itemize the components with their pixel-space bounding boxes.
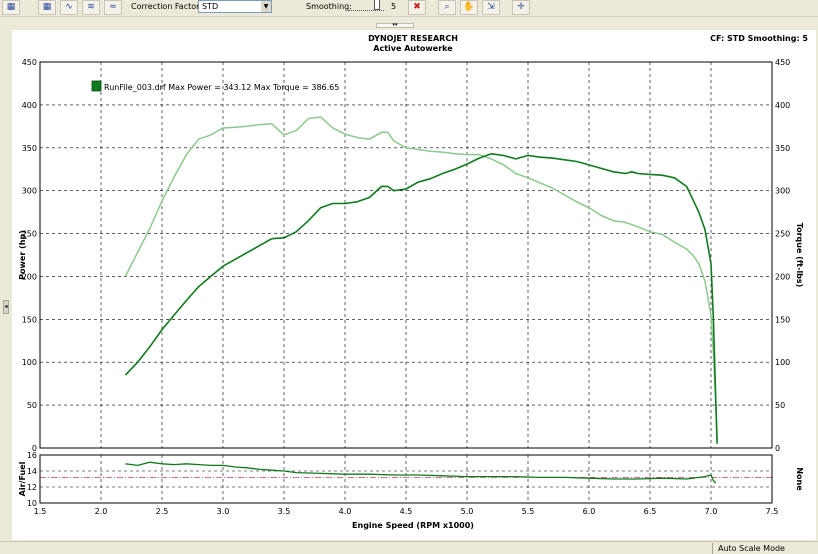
y-tick-label-right: 150	[775, 315, 790, 324]
smoothing-label: Smoothing:	[306, 2, 352, 11]
x-tick-label: 4.0	[339, 507, 352, 516]
afr-tick-label: 10	[27, 499, 37, 508]
left-panel-handle[interactable]: ◂	[3, 300, 9, 314]
y-tick-label-left: 100	[22, 358, 37, 367]
correction-factor-value: STD	[202, 2, 219, 11]
x-tick-label: 4.5	[400, 507, 413, 516]
correction-factor-select[interactable]: STD ▼	[198, 0, 272, 13]
y-tick-label-left: 50	[27, 401, 37, 410]
pan-hand-icon[interactable]: ✋	[460, 0, 478, 15]
line-chart-icon[interactable]: ∿	[60, 0, 78, 15]
chart-header-subtitle: Active Autowerke	[373, 44, 453, 53]
legend-swatch	[91, 80, 102, 92]
dyno-plot-panel: DYNOJET RESEARCH Active Autowerke CF: ST…	[12, 30, 816, 540]
grid-chart-icon[interactable]: ▦	[38, 0, 56, 15]
y-tick-label-right: 200	[775, 272, 790, 281]
y-tick-label-right: 50	[775, 401, 785, 410]
y-tick-label-left: 450	[22, 58, 37, 67]
chart-header-right: CF: STD Smoothing: 5	[710, 34, 808, 43]
x-tick-label: 7.0	[705, 507, 718, 516]
smoothing-slider-thumb[interactable]	[374, 0, 380, 10]
y-tick-label-right: 300	[775, 187, 790, 196]
afr-tick-label: 14	[27, 467, 37, 476]
x-tick-label: 2.0	[95, 507, 108, 516]
panel-splitter-handle[interactable]: ▾▾	[376, 23, 414, 28]
x-tick-label: 1.5	[34, 507, 47, 516]
y-tick-label-left: 150	[22, 315, 37, 324]
y-tick-label-right: 450	[775, 58, 790, 67]
y-tick-label-right: 100	[775, 358, 790, 367]
toolbar: ▦ ▦ ∿ ≋ ≈ Correction Factor: STD ▼ Smoot…	[0, 0, 818, 17]
dyno-chart: DYNOJET RESEARCH Active Autowerke CF: ST…	[18, 34, 808, 530]
y-tick-label-left: 300	[22, 187, 37, 196]
x-tick-label: 7.5	[766, 507, 779, 516]
smoothing-slider[interactable]	[348, 0, 384, 11]
y-tick-label-right: 350	[775, 144, 790, 153]
auto-scale-mode-status: Auto Scale Mode	[712, 543, 785, 554]
afr-tick-label: 16	[27, 451, 37, 460]
chevron-down-icon: ▼	[261, 1, 271, 12]
afr-curve	[125, 461, 717, 484]
x-tick-label: 3.0	[217, 507, 230, 516]
x-axis-label: Engine Speed (RPM x1000)	[352, 521, 474, 530]
legend-text: RunFile_003.drf Max Power = 343.12 Max T…	[104, 83, 339, 92]
x-tick-label: 2.5	[156, 507, 169, 516]
delete-icon[interactable]: ✖	[408, 0, 426, 15]
x-tick-label: 5.5	[522, 507, 535, 516]
select-cursor-icon[interactable]: ⇲	[482, 0, 500, 15]
torque-curve	[124, 116, 718, 440]
y-tick-label-right: 400	[775, 101, 790, 110]
afr-tick-label: 12	[27, 483, 37, 492]
x-tick-label: 5.0	[461, 507, 474, 516]
y-tick-label-right: 250	[775, 230, 790, 239]
y-axis-label-power: Power (hp)	[18, 230, 27, 280]
afr-right-label: None	[795, 467, 804, 491]
y-axis-label-torque: Torque (ft-lbs)	[795, 223, 804, 288]
correction-factor-label: Correction Factor:	[131, 2, 202, 11]
overlay-chart-icon[interactable]: ≈	[104, 0, 122, 15]
chart-header-title: DYNOJET RESEARCH	[368, 34, 458, 43]
grid-lines	[40, 62, 772, 503]
stacked-chart-icon[interactable]: ≋	[82, 0, 100, 15]
y-axis-label-afr: Air/Fuel	[18, 461, 27, 496]
zoom-icon[interactable]: ⌕	[438, 0, 456, 15]
status-bar: Auto Scale Mode	[0, 541, 818, 554]
smoothing-value: 5	[391, 2, 397, 11]
x-tick-label: 6.0	[583, 507, 596, 516]
power-curve	[124, 153, 718, 444]
chart-view-button[interactable]: ▦	[2, 0, 20, 15]
x-tick-label: 6.5	[644, 507, 657, 516]
crosshair-icon[interactable]: ✛	[512, 0, 530, 15]
y-tick-label-right: 0	[775, 444, 780, 453]
y-tick-label-left: 350	[22, 144, 37, 153]
x-tick-label: 3.5	[278, 507, 291, 516]
y-tick-label-left: 400	[22, 101, 37, 110]
